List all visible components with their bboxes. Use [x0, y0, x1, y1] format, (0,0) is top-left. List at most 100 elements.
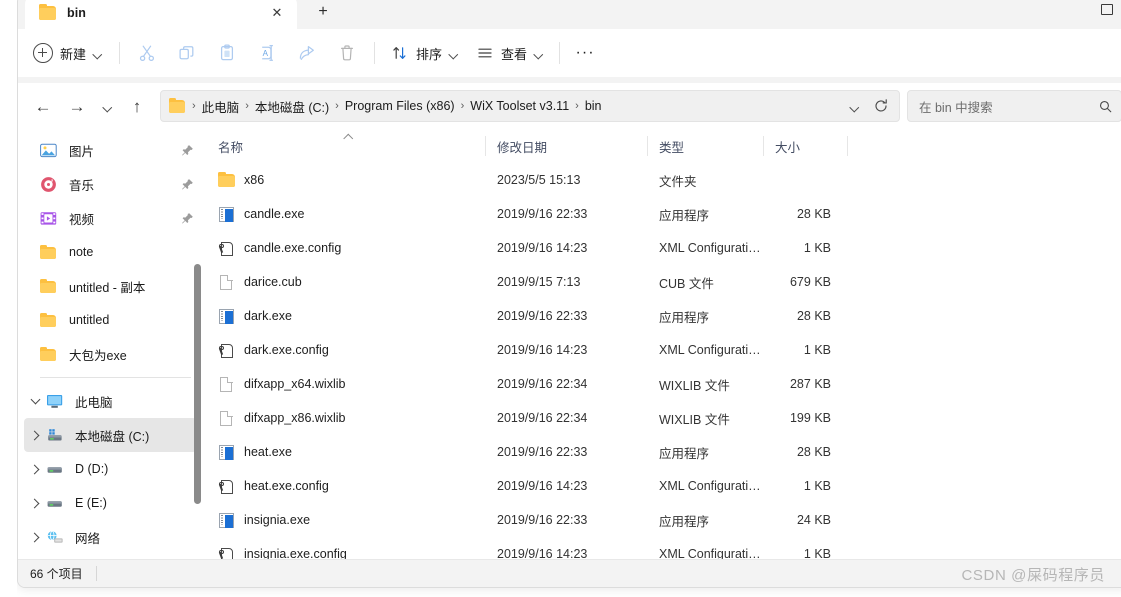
navigation-list: 图片 音乐 视频 note untitled - 副本 untitled 大包为…	[18, 129, 205, 554]
table-row[interactable]: x86 2023/5/5 15:13 文件夹	[205, 163, 1121, 197]
search-input[interactable]: 在 bin 中搜索	[919, 97, 1098, 116]
sidebar-item-network[interactable]: 网络	[24, 520, 197, 554]
trash-icon	[341, 45, 354, 61]
column-headers: 名称 修改日期 类型 大小	[205, 129, 1121, 163]
chevron-right-icon[interactable]	[24, 418, 46, 452]
sidebar-scrollbar[interactable]	[193, 129, 202, 559]
file-name: difxapp_x64.wixlib	[244, 377, 346, 391]
table-row[interactable]: dark.exe 2019/9/16 22:33 应用程序 28 KB	[205, 299, 1121, 333]
file-name-cell: heat.exe.config	[205, 469, 485, 503]
column-header-name[interactable]: 名称	[205, 129, 485, 163]
table-row[interactable]: difxapp_x64.wixlib 2019/9/16 22:34 WIXLI…	[205, 367, 1121, 401]
breadcrumb-item-this-pc[interactable]: 此电脑	[198, 94, 244, 119]
sort-button[interactable]: 排序	[382, 37, 467, 69]
rename-button[interactable]: A	[247, 35, 287, 71]
new-tab-button[interactable]: +	[309, 0, 337, 25]
this-pc-icon	[46, 392, 66, 410]
window-controls	[1084, 0, 1121, 29]
column-header-type[interactable]: 类型	[647, 129, 763, 163]
file-rows: x86 2023/5/5 15:13 文件夹 candle.exe 2019/9…	[205, 163, 1121, 559]
column-header-extra[interactable]	[847, 129, 887, 163]
table-row[interactable]: heat.exe.config 2019/9/16 14:23 XML Conf…	[205, 469, 1121, 503]
sidebar-item-untitled[interactable]: untitled	[24, 303, 197, 337]
sidebar-item-local-disk-c[interactable]: 本地磁盘 (C:)	[24, 418, 197, 452]
breadcrumb-item-bin[interactable]: bin	[581, 96, 606, 116]
sidebar-item-dabaoweiexe[interactable]: 大包为exe	[24, 337, 197, 371]
view-button[interactable]: 查看	[467, 37, 552, 69]
search-box[interactable]: 在 bin 中搜索	[907, 90, 1121, 122]
sidebar-item-videos[interactable]: 视频	[24, 201, 197, 235]
chevron-right-icon[interactable]	[24, 486, 46, 520]
share-icon	[299, 45, 314, 61]
back-button[interactable]: ←	[26, 90, 60, 122]
chevron-down-icon[interactable]	[24, 384, 46, 418]
sidebar-item-drive-e[interactable]: E (E:)	[24, 486, 197, 520]
table-row[interactable]: candle.exe.config 2019/9/16 14:23 XML Co…	[205, 231, 1121, 265]
up-button[interactable]: ↑	[120, 90, 154, 122]
navigation-row: ← → ↑ › 此电脑 › 本地磁盘 (C:) › Program Files …	[18, 83, 1121, 129]
file-type: 应用程序	[659, 446, 710, 461]
close-icon[interactable]: ✕	[265, 1, 289, 25]
tab-bin[interactable]: bin ✕	[25, 0, 297, 29]
file-date: 2019/9/16 22:33	[497, 513, 588, 527]
file-name: insignia.exe.config	[244, 547, 347, 559]
arrow-up-icon: ↑	[132, 96, 142, 116]
refresh-button[interactable]	[867, 93, 895, 119]
table-row[interactable]: difxapp_x86.wixlib 2019/9/16 22:34 WIXLI…	[205, 401, 1121, 435]
table-row[interactable]: dark.exe.config 2019/9/16 14:23 XML Conf…	[205, 333, 1121, 367]
sidebar-item-untitled-copy[interactable]: untitled - 副本	[24, 269, 197, 303]
chevron-right-icon[interactable]	[24, 520, 46, 554]
recent-locations-button[interactable]	[94, 90, 120, 122]
more-options-button[interactable]: ···	[567, 37, 603, 69]
sidebar-item-music[interactable]: 音乐	[24, 167, 197, 201]
sidebar-scroll-thumb[interactable]	[194, 264, 201, 504]
file-date: 2019/9/15 7:13	[497, 275, 581, 289]
maximize-button[interactable]	[1084, 0, 1121, 23]
paste-button[interactable]	[207, 35, 247, 71]
arrow-right-icon: →	[68, 96, 86, 116]
file-date: 2019/9/16 14:23	[497, 479, 588, 493]
toolbar-divider	[119, 42, 121, 64]
sort-button-label: 排序	[416, 46, 443, 62]
forward-button[interactable]: →	[60, 90, 94, 122]
table-row[interactable]: heat.exe 2019/9/16 22:33 应用程序 28 KB	[205, 435, 1121, 469]
column-header-size[interactable]: 大小	[763, 129, 847, 163]
new-button[interactable]: 新建	[25, 37, 112, 69]
column-header-label: 名称	[218, 140, 244, 155]
sidebar-item-pictures[interactable]: 图片	[24, 133, 197, 167]
breadcrumb-item-c-drive[interactable]: 本地磁盘 (C:)	[251, 94, 333, 119]
table-row[interactable]: candle.exe 2019/9/16 22:33 应用程序 28 KB	[205, 197, 1121, 231]
column-header-label: 修改日期	[497, 140, 548, 155]
share-button[interactable]	[287, 35, 327, 71]
column-header-date-modified[interactable]: 修改日期	[485, 129, 647, 163]
address-dropdown-button[interactable]	[841, 93, 867, 119]
left-gutter	[0, 0, 17, 597]
file-list-pane: 名称 修改日期 类型 大小 x86 2023/5/5 15:13 文件夹 can…	[205, 129, 1121, 559]
file-type: XML Configurati…	[659, 479, 761, 493]
table-row[interactable]: insignia.exe 2019/9/16 22:33 应用程序 24 KB	[205, 503, 1121, 537]
address-bar[interactable]: › 此电脑 › 本地磁盘 (C:) › Program Files (x86) …	[160, 90, 900, 122]
table-row[interactable]: insignia.exe.config 2019/9/16 14:23 XML …	[205, 537, 1121, 559]
file-date: 2023/5/5 15:13	[497, 173, 581, 187]
sidebar-item-this-pc[interactable]: 此电脑	[24, 384, 197, 418]
cut-button[interactable]	[127, 35, 167, 71]
view-list-icon	[478, 48, 492, 58]
view-button-label: 查看	[501, 46, 528, 62]
sidebar-item-drive-d[interactable]: D (D:)	[24, 452, 197, 486]
file-name-cell: x86	[205, 163, 485, 197]
navigation-pane: 图片 音乐 视频 note untitled - 副本 untitled 大包为…	[18, 129, 205, 559]
breadcrumb-item-wix-toolset[interactable]: WiX Toolset v3.11	[466, 96, 573, 116]
command-bar: 新建 A 排序 查看 ···	[18, 29, 1121, 77]
file-date: 2019/9/16 22:33	[497, 445, 588, 459]
delete-button[interactable]	[327, 35, 367, 71]
file-size: 24 KB	[796, 513, 831, 527]
folder-icon	[218, 171, 235, 189]
file-date: 2019/9/16 22:33	[497, 309, 588, 323]
breadcrumb-item-program-files[interactable]: Program Files (x86)	[341, 96, 459, 116]
file-size: 28 KB	[796, 309, 831, 323]
file-date: 2019/9/16 22:34	[497, 411, 588, 425]
sidebar-item-note[interactable]: note	[24, 235, 197, 269]
copy-button[interactable]	[167, 35, 207, 71]
chevron-right-icon[interactable]	[24, 452, 46, 486]
table-row[interactable]: darice.cub 2019/9/15 7:13 CUB 文件 679 KB	[205, 265, 1121, 299]
